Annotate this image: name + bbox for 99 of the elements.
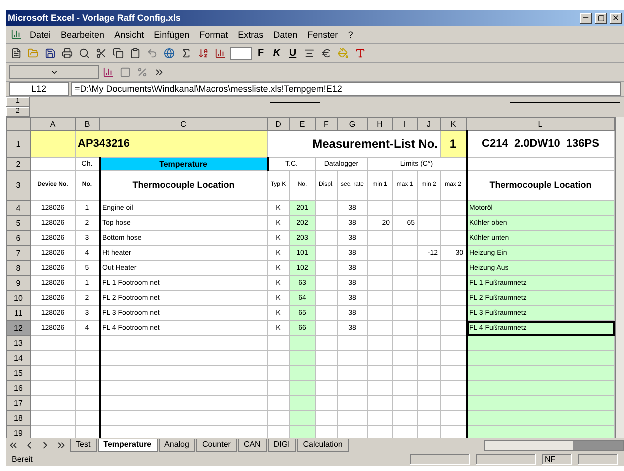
table-cell: C214 2.0DW10 136PS <box>466 130 614 158</box>
row-header[interactable]: 16 <box>6 380 30 396</box>
status-panel <box>476 454 536 464</box>
sheet-tab[interactable]: DIGI <box>268 438 296 452</box>
table-cell: Measurement-List No. <box>268 130 440 158</box>
undo-icon[interactable] <box>147 48 158 58</box>
row-header[interactable]: 19 <box>6 426 30 438</box>
row-header[interactable]: 13 <box>6 336 30 350</box>
first-sheet-button[interactable] <box>8 440 19 450</box>
column-heading: Thermocouple Location <box>100 170 268 200</box>
maximize-icon <box>598 14 604 22</box>
row-header[interactable]: 7 <box>6 246 30 260</box>
row-header[interactable]: 1 <box>6 130 30 158</box>
column-header[interactable]: E <box>290 118 316 130</box>
sheet-tab[interactable]: Counter <box>196 438 237 452</box>
new-file-icon[interactable] <box>11 48 22 58</box>
column-header[interactable]: D <box>268 118 290 130</box>
menu-item[interactable]: Einfügen <box>150 30 194 40</box>
chart-icon[interactable] <box>215 48 226 58</box>
outline-bracket <box>270 102 320 103</box>
format-button[interactable]: U <box>286 48 300 58</box>
status-mode: NF <box>542 454 572 464</box>
menu-item[interactable]: Ansicht <box>110 30 148 40</box>
minimize-button[interactable] <box>580 12 592 24</box>
sort-icon[interactable] <box>198 48 209 58</box>
row-header[interactable]: 6 <box>6 230 30 246</box>
maximize-button[interactable] <box>595 12 607 24</box>
percent-icon[interactable] <box>137 66 148 78</box>
table-cell: AP343216 <box>76 130 268 158</box>
format-button[interactable]: K <box>270 48 284 58</box>
sheet-tab[interactable]: Analog <box>158 438 196 452</box>
workbook-icon[interactable] <box>11 29 22 40</box>
menu-item[interactable]: Format <box>196 30 232 40</box>
paste-icon[interactable] <box>130 48 141 58</box>
copy-icon[interactable] <box>113 48 124 58</box>
column-header[interactable]: A <box>30 118 76 130</box>
row-header[interactable]: 9 <box>6 276 30 290</box>
menu-item[interactable]: ? <box>344 30 358 40</box>
row-header[interactable]: 10 <box>6 290 30 306</box>
menu-item[interactable]: Bearbeiten <box>57 30 109 40</box>
border-icon[interactable] <box>120 66 131 78</box>
column-header[interactable]: J <box>418 118 440 130</box>
sheet-tab[interactable]: CAN <box>238 438 267 452</box>
vertical-scrollbar[interactable] <box>615 117 624 438</box>
menu-item[interactable]: Datei <box>26 30 56 40</box>
row-header[interactable]: 3 <box>6 170 30 200</box>
row-header[interactable]: 12 <box>6 320 30 336</box>
row-header[interactable]: 11 <box>6 306 30 320</box>
column-header[interactable]: G <box>338 118 368 130</box>
last-sheet-button[interactable] <box>56 440 67 450</box>
column-header[interactable]: F <box>316 118 338 130</box>
sheet-tab[interactable]: Calculation <box>297 438 349 452</box>
format-button[interactable]: F <box>254 48 268 58</box>
sheet-tab[interactable]: Temperature <box>98 438 158 452</box>
status-panel <box>410 454 470 464</box>
table-cell: Temperature <box>100 158 268 170</box>
globe-icon[interactable] <box>164 48 175 58</box>
row-header[interactable]: 17 <box>6 396 30 410</box>
menu-item[interactable]: Fenster <box>304 30 342 40</box>
menu-item[interactable]: Extras <box>234 30 268 40</box>
chart-type-icon[interactable] <box>103 66 114 78</box>
select-all-corner[interactable] <box>6 118 30 130</box>
row-header[interactable]: 4 <box>6 200 30 216</box>
column-heading: Thermocouple Location <box>466 170 614 200</box>
row-header[interactable]: 18 <box>6 410 30 426</box>
sum-icon[interactable] <box>181 48 192 58</box>
close-icon <box>612 14 620 22</box>
row-header[interactable]: 2 <box>6 158 30 170</box>
row-header[interactable]: 8 <box>6 260 30 276</box>
table-cell: 1 <box>440 130 466 158</box>
column-header[interactable]: C <box>100 118 268 130</box>
printer-icon[interactable] <box>62 48 73 58</box>
euro-icon[interactable] <box>321 48 332 58</box>
cut-icon[interactable] <box>96 48 107 58</box>
close-button[interactable] <box>610 12 622 24</box>
column-header[interactable]: H <box>368 118 392 130</box>
name-box[interactable]: L12 <box>9 82 69 96</box>
sheet-tab[interactable]: Test <box>70 438 97 452</box>
row-header[interactable]: 15 <box>6 366 30 380</box>
fill-color-icon[interactable] <box>338 48 349 58</box>
formula-field[interactable]: =D:\My Documents\Windkanal\Macros\messliste.xls!Tempgem!E12 <box>71 82 621 96</box>
indent-icon[interactable] <box>154 66 165 78</box>
save-icon[interactable] <box>45 48 56 58</box>
print-preview-icon[interactable] <box>79 48 90 58</box>
horizontal-scrollbar[interactable] <box>484 440 624 450</box>
column-header[interactable]: B <box>76 118 100 130</box>
align-center-icon[interactable] <box>304 48 315 58</box>
menu-item[interactable]: Daten <box>270 30 302 40</box>
row-header[interactable]: 5 <box>6 216 30 230</box>
window-title: Microsoft Excel - Vorlage Raff Config.xls <box>8 13 182 23</box>
status-panel <box>578 454 618 464</box>
column-header[interactable]: I <box>392 118 418 130</box>
style-dropdown[interactable] <box>9 65 99 79</box>
column-header[interactable]: L <box>466 118 614 130</box>
font-color-icon[interactable] <box>355 48 366 58</box>
column-header[interactable]: K <box>440 118 466 130</box>
status-text: Bereit <box>12 454 34 464</box>
row-header[interactable]: 14 <box>6 350 30 366</box>
font-size-field[interactable] <box>230 46 252 60</box>
